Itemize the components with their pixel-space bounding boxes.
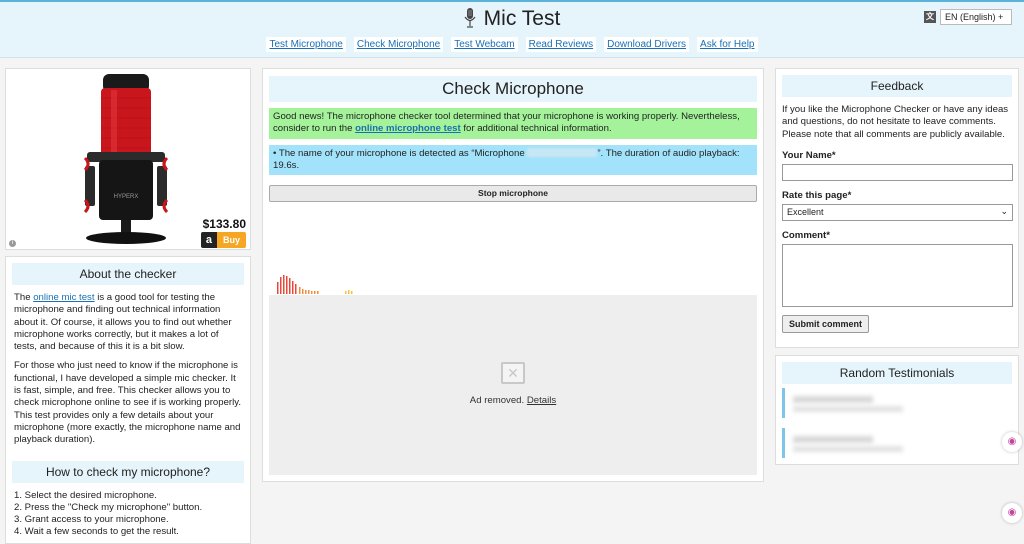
- ad-details-link[interactable]: Details: [527, 395, 556, 406]
- step-item: 1. Select the desired microphone.: [14, 489, 157, 501]
- nav-ask-for-help[interactable]: Ask for Help: [697, 37, 758, 52]
- online-microphone-test-link[interactable]: online microphone test: [355, 123, 461, 134]
- success-text: for additional technical information.: [460, 123, 612, 135]
- rating-select[interactable]: Excellent ⌄: [782, 203, 1013, 221]
- ad-removed-text: Ad removed. Details: [269, 395, 757, 406]
- nav-check-microphone[interactable]: Check Microphone: [353, 37, 444, 52]
- translate-icon: 文: [924, 11, 936, 23]
- name-input[interactable]: [782, 163, 1013, 181]
- assistant-bubble-icon[interactable]: ◉: [1002, 503, 1022, 523]
- feedback-title: Feedback: [782, 75, 1012, 97]
- step-item: 4. Wait a few seconds to get the result.: [14, 526, 179, 538]
- page-title: Check Microphone: [269, 76, 757, 102]
- ad-removed-label: Ad removed.: [469, 395, 525, 406]
- microphone-product-image[interactable]: HYPERX: [81, 74, 171, 246]
- about-paragraph-1: The online mic test is a good tool for t…: [14, 292, 242, 353]
- success-message: Good news! The microphone checker tool d…: [269, 108, 757, 139]
- online-mic-test-link[interactable]: online mic test: [33, 292, 94, 303]
- language-select[interactable]: EN (English) +: [940, 9, 1012, 25]
- checker-panel: Check Microphone Good news! The micropho…: [262, 68, 764, 482]
- language-switcher: 文 EN (English) +: [924, 9, 1012, 25]
- nav-download-drivers[interactable]: Download Drivers: [604, 37, 690, 52]
- main-nav: Test Microphone Check Microphone Test We…: [0, 37, 1024, 52]
- redacted-mic-name: [527, 147, 598, 157]
- amazon-icon: a: [200, 232, 217, 248]
- ad-placeholder: ✕ Ad removed. Details: [269, 295, 757, 475]
- svg-text:HYPERX: HYPERX: [114, 194, 139, 200]
- product-card[interactable]: HYPERX $133.80 a Buy i: [5, 68, 251, 250]
- steps-list: 1. Select the desired microphone. 2. Pre…: [14, 490, 242, 539]
- assistant-bubble-icon[interactable]: ◉: [1002, 432, 1022, 452]
- product-price: $133.80: [202, 217, 246, 231]
- name-label: Your Name*: [782, 149, 836, 161]
- comment-textarea[interactable]: [782, 243, 1013, 307]
- testimonials-title: Random Testimonials: [782, 362, 1012, 384]
- blurred-text: [793, 396, 873, 403]
- info-message: • The name of your microphone is detecte…: [269, 144, 757, 176]
- site-title-text: Mic Test: [483, 7, 561, 30]
- buy-label: Buy: [216, 232, 246, 248]
- testimonial-item: [782, 388, 912, 418]
- nav-test-microphone[interactable]: Test Microphone: [266, 37, 346, 52]
- blurred-text: [793, 436, 873, 443]
- microphone-icon: [464, 8, 476, 34]
- comment-label: Comment*: [782, 229, 830, 241]
- nav-read-reviews[interactable]: Read Reviews: [525, 37, 597, 52]
- about-paragraph-2: For those who just need to know if the m…: [14, 360, 241, 446]
- howto-title: How to check my microphone?: [12, 460, 244, 483]
- nav-test-webcam[interactable]: Test Webcam: [451, 37, 518, 52]
- testimonials-panel: Random Testimonials: [775, 355, 1019, 465]
- stop-microphone-button[interactable]: Stop microphone: [269, 185, 757, 203]
- testimonial-item: [782, 428, 912, 458]
- buy-button[interactable]: a Buy: [200, 232, 246, 248]
- about-title: About the checker: [12, 263, 244, 285]
- site-header: Mic Test Test Microphone Check Microphon…: [0, 0, 1024, 58]
- rating-value: Excellent: [787, 206, 824, 217]
- step-item: 3. Grant access to your microphone.: [14, 514, 169, 526]
- step-item: 2. Press the "Check my microphone" butto…: [14, 501, 203, 513]
- blurred-text: [793, 446, 903, 452]
- blurred-text: [793, 406, 903, 412]
- submit-comment-button[interactable]: Submit comment: [782, 314, 870, 333]
- feedback-panel: Feedback If you like the Microphone Chec…: [775, 68, 1019, 348]
- audio-level-meter: [277, 275, 353, 294]
- chevron-down-icon: ⌄: [1000, 205, 1008, 216]
- about-text: The: [14, 292, 34, 303]
- feedback-intro: If you like the Microphone Checker or ha…: [782, 104, 1009, 140]
- info-text: • The name of your microphone is detecte…: [273, 147, 528, 159]
- about-panel: About the checker The online mic test is…: [5, 256, 251, 544]
- ad-info-icon[interactable]: i: [9, 240, 16, 247]
- rate-label: Rate this page*: [782, 189, 852, 201]
- broken-image-icon: ✕: [501, 362, 525, 384]
- site-title[interactable]: Mic Test: [0, 7, 1024, 34]
